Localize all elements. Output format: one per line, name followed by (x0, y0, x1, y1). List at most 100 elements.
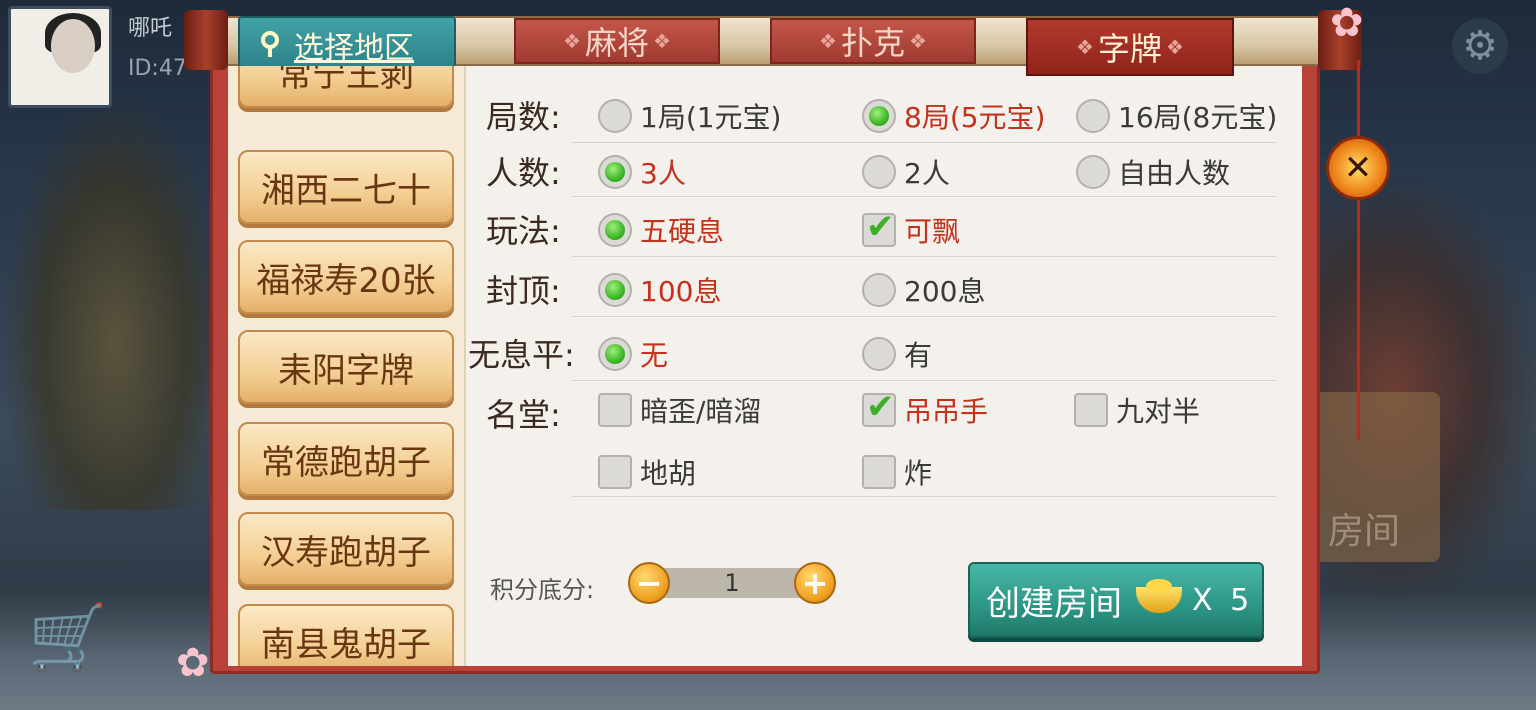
create-room-cost: X 5 (1192, 582, 1254, 618)
cap-option-100[interactable]: 100息 (598, 270, 721, 310)
radio-icon (1076, 99, 1110, 133)
tassel-decoration (1357, 60, 1360, 440)
ornament-icon: ❖ (653, 29, 671, 53)
hall-option-label: 九对半 (1116, 395, 1201, 428)
cap-option-200[interactable]: 200息 (862, 270, 985, 310)
checkbox-icon (862, 455, 896, 489)
checkbox-icon (598, 455, 632, 489)
gold-ingot-icon (1136, 579, 1182, 613)
hall-label: 名堂: (486, 396, 561, 434)
radio-icon (1076, 155, 1110, 189)
score-label: 积分底分: (490, 576, 595, 604)
play-option-wuyingxi[interactable]: 五硬息 (598, 210, 724, 250)
tab-zipai-label: 字牌 (1097, 30, 1162, 68)
cap-option-label: 200息 (904, 275, 986, 308)
score-stepper[interactable]: 1 − + (628, 562, 836, 604)
tab-mahjong[interactable]: ❖ 麻将 ❖ (514, 18, 720, 64)
nopoint-option-no[interactable]: 无 (598, 334, 668, 374)
divider (572, 496, 1276, 497)
radio-selected-icon (598, 273, 632, 307)
cap-label: 封顶: (486, 272, 561, 310)
players-label: 人数: (486, 154, 561, 192)
blossom-icon: ✿ (176, 640, 210, 686)
players-option-label: 3人 (640, 157, 686, 190)
background-room-button: 房间 (1310, 392, 1440, 562)
divider (572, 196, 1276, 197)
create-room-button[interactable]: 创建房间 X 5 (968, 562, 1264, 638)
score-value[interactable]: 1 (654, 568, 810, 598)
players-option-2[interactable]: 2人 (862, 152, 950, 192)
tab-poker[interactable]: ❖ 扑克 ❖ (770, 18, 976, 64)
minus-icon[interactable]: − (628, 562, 670, 604)
scroll-left-cap (184, 10, 228, 70)
radio-selected-icon (598, 337, 632, 371)
rounds-option-label: 8局(5元宝) (904, 101, 1046, 134)
ornament-icon: ❖ (563, 29, 581, 53)
divider (572, 142, 1276, 143)
plus-icon[interactable]: + (794, 562, 836, 604)
radio-selected-icon (862, 99, 896, 133)
ornament-icon: ❖ (1076, 35, 1094, 59)
tab-mahjong-label: 麻将 (584, 24, 649, 62)
ornament-icon: ❖ (819, 29, 837, 53)
cap-option-label: 100息 (640, 275, 722, 308)
play-option-label: 可飘 (904, 215, 961, 248)
radio-icon (862, 337, 896, 371)
radio-selected-icon (598, 155, 632, 189)
background-temple (0, 90, 230, 510)
hall-option-dihu[interactable]: 地胡 (598, 452, 696, 492)
divider (572, 256, 1276, 257)
close-icon[interactable]: ✕ (1326, 136, 1390, 200)
player-name: 哪吒 (128, 16, 173, 41)
rounds-option-8[interactable]: 8局(5元宝) (862, 96, 1045, 136)
nopoint-option-label: 无 (640, 339, 669, 372)
divider (572, 380, 1276, 381)
rounds-option-16[interactable]: 16局(8元宝) (1076, 96, 1277, 136)
region-item[interactable]: 常德跑胡子 (238, 422, 454, 496)
region-item[interactable]: 常宁王剥 (238, 66, 454, 108)
hall-option-anwai[interactable]: 暗歪/暗溜 (598, 390, 761, 430)
hall-option-jiuduiban[interactable]: 九对半 (1074, 390, 1200, 430)
region-item[interactable]: 南县鬼胡子 (238, 604, 454, 666)
play-label: 玩法: (486, 212, 561, 250)
player-id: ID:47 (128, 56, 187, 81)
players-option-label: 自由人数 (1118, 157, 1231, 190)
checkbox-checked-icon (862, 387, 896, 427)
avatar[interactable] (8, 6, 112, 108)
hall-option-zha[interactable]: 炸 (862, 452, 932, 492)
checkbox-icon (598, 393, 632, 427)
ornament-icon: ❖ (1166, 35, 1184, 59)
gear-icon[interactable]: ⚙ (1452, 18, 1508, 74)
radio-icon (598, 99, 632, 133)
checkbox-icon (1074, 393, 1108, 427)
players-option-3[interactable]: 3人 (598, 152, 686, 192)
blossom-icon: ✿ (1330, 0, 1364, 46)
shop-cart-icon[interactable]: 🛒 (28, 600, 138, 690)
region-list[interactable]: 常宁王剥 湘西二七十 福禄寿20张 耒阳字牌 常德跑胡子 汉寿跑胡子 南县鬼胡子 (228, 66, 466, 666)
select-region-label: 选择地区 (294, 31, 414, 66)
region-item[interactable]: 湘西二七十 (238, 150, 454, 224)
nopoint-option-yes[interactable]: 有 (862, 334, 932, 374)
ornament-icon: ❖ (909, 29, 927, 53)
rounds-option-1[interactable]: 1局(1元宝) (598, 96, 781, 136)
hall-option-label: 地胡 (640, 457, 697, 490)
hall-option-label: 暗歪/暗溜 (640, 395, 762, 428)
checkbox-checked-icon (862, 207, 896, 247)
hall-option-diaodiaoshou[interactable]: 吊吊手 (862, 387, 989, 430)
create-room-label: 创建房间 (986, 583, 1122, 624)
rounds-option-label: 1局(1元宝) (640, 101, 782, 134)
hall-option-label: 炸 (904, 457, 933, 490)
radio-icon (862, 155, 896, 189)
radio-selected-icon (598, 213, 632, 247)
hall-option-label: 吊吊手 (904, 395, 989, 428)
rounds-option-label: 16局(8元宝) (1118, 101, 1278, 134)
nopoint-label: 无息平: (468, 336, 575, 374)
players-option-free[interactable]: 自由人数 (1076, 152, 1230, 192)
region-item[interactable]: 福禄寿20张 (238, 240, 454, 314)
region-item[interactable]: 耒阳字牌 (238, 330, 454, 404)
play-option-kepiao[interactable]: 可飘 (862, 207, 961, 250)
region-item[interactable]: 汉寿跑胡子 (238, 512, 454, 586)
tab-zipai[interactable]: ❖ 字牌 ❖ (1026, 18, 1234, 76)
rounds-label: 局数: (486, 98, 561, 136)
play-option-label: 五硬息 (640, 215, 725, 248)
